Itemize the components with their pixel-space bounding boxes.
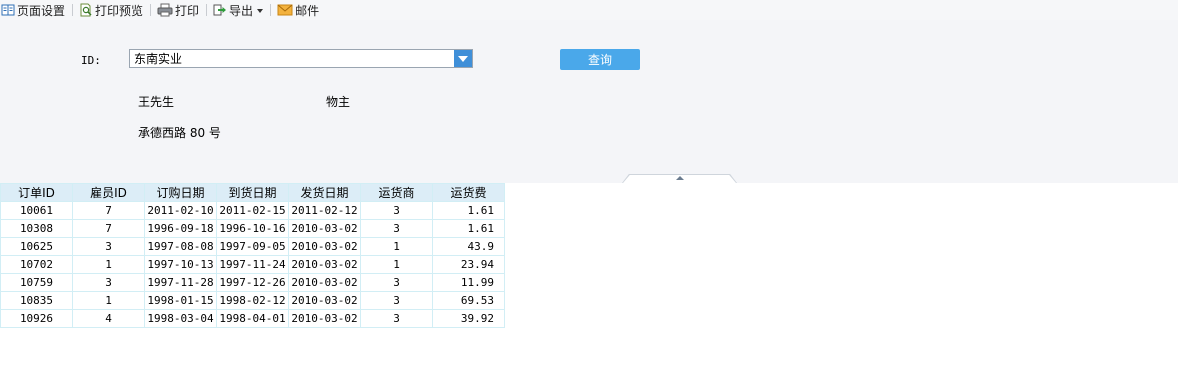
toolbar-separator — [270, 4, 272, 16]
employee-id-cell: 3 — [72, 273, 145, 292]
table-row: 10835 1 1998-01-15 1998-02-12 2010-03-02… — [0, 291, 505, 310]
shipper-cell: 3 — [360, 219, 433, 238]
order-date-cell: 1997-08-08 — [144, 237, 217, 256]
ship-date-cell: 2010-03-02 — [288, 237, 361, 256]
page-setup-icon — [1, 3, 15, 17]
page-setup-label: 页面设置 — [17, 3, 66, 18]
ship-date-cell: 2010-03-02 — [288, 309, 361, 328]
chevron-down-icon — [458, 55, 468, 62]
column-header: 订购日期 — [144, 183, 217, 202]
freight-cell: 1.61 — [432, 201, 505, 220]
ship-date-cell: 2011-02-12 — [288, 201, 361, 220]
chevron-up-icon — [676, 176, 684, 180]
shipper-cell: 3 — [360, 309, 433, 328]
column-header: 订单ID — [0, 183, 73, 202]
order-id-cell: 10625 — [0, 237, 73, 256]
ship-date-cell: 2010-03-02 — [288, 219, 361, 238]
order-id-cell: 10759 — [0, 273, 73, 292]
table-row: 10308 7 1996-09-18 1996-10-16 2010-03-02… — [0, 219, 505, 238]
arrival-date-cell: 1997-09-05 — [216, 237, 289, 256]
chevron-down-icon — [257, 8, 264, 13]
ship-date-cell: 2010-03-02 — [288, 291, 361, 310]
contact-name: 王先生 — [138, 95, 175, 109]
freight-cell: 11.99 — [432, 273, 505, 292]
shipper-cell: 3 — [360, 201, 433, 220]
id-combobox-value: 东南实业 — [134, 52, 183, 66]
arrival-date-cell: 1997-11-24 — [216, 255, 289, 274]
employee-id-cell: 7 — [72, 201, 145, 220]
table-row: 10061 7 2011-02-10 2011-02-15 2011-02-12… — [0, 201, 505, 220]
shipper-cell: 3 — [360, 273, 433, 292]
order-id-cell: 10835 — [0, 291, 73, 310]
order-date-cell: 1998-03-04 — [144, 309, 217, 328]
arrival-date-cell: 2011-02-15 — [216, 201, 289, 220]
order-id-cell: 10702 — [0, 255, 73, 274]
order-id-cell: 10926 — [0, 309, 73, 328]
freight-cell: 39.92 — [432, 309, 505, 328]
arrival-date-cell: 1996-10-16 — [216, 219, 289, 238]
mail-icon — [277, 3, 293, 17]
page-setup-button[interactable]: 页面设置 — [1, 0, 65, 20]
order-date-cell: 1997-11-28 — [144, 273, 217, 292]
shipper-cell: 1 — [360, 255, 433, 274]
arrival-date-cell: 1997-12-26 — [216, 273, 289, 292]
printer-icon — [157, 3, 173, 17]
print-label: 打印 — [175, 3, 200, 18]
mail-label: 邮件 — [295, 3, 320, 18]
id-label: ID: — [81, 54, 101, 67]
address: 承德西路 80 号 — [138, 126, 221, 140]
table-row: 10926 4 1998-03-04 1998-04-01 2010-03-02… — [0, 309, 505, 328]
employee-id-cell: 3 — [72, 237, 145, 256]
query-button[interactable]: 查询 — [560, 49, 640, 70]
ship-date-cell: 2010-03-02 — [288, 255, 361, 274]
shipper-cell: 3 — [360, 291, 433, 310]
id-combobox[interactable]: 东南实业 — [129, 49, 473, 68]
export-menu-button[interactable]: 导出 — [213, 0, 264, 20]
employee-id-cell: 1 — [72, 255, 145, 274]
order-date-cell: 1998-01-15 — [144, 291, 217, 310]
table-row: 10702 1 1997-10-13 1997-11-24 2010-03-02… — [0, 255, 505, 274]
employee-id-cell: 1 — [72, 291, 145, 310]
order-date-cell: 1996-09-18 — [144, 219, 217, 238]
freight-cell: 1.61 — [432, 219, 505, 238]
freight-cell: 69.53 — [432, 291, 505, 310]
column-header: 运货商 — [360, 183, 433, 202]
column-header: 发货日期 — [288, 183, 361, 202]
order-date-cell: 1997-10-13 — [144, 255, 217, 274]
order-date-cell: 2011-02-10 — [144, 201, 217, 220]
table-header-row: 订单ID 雇员ID 订购日期 到货日期 发货日期 运货商 运货费 — [0, 183, 505, 202]
toolbar: 页面设置 打印预览 打印 导出 邮件 — [0, 0, 1178, 20]
print-preview-button[interactable]: 打印预览 — [79, 0, 143, 20]
print-preview-label: 打印预览 — [95, 3, 144, 18]
shipper-cell: 1 — [360, 237, 433, 256]
print-button[interactable]: 打印 — [157, 0, 199, 20]
column-header: 雇员ID — [72, 183, 145, 202]
arrival-date-cell: 1998-04-01 — [216, 309, 289, 328]
parameter-pane: ID: 东南实业 查询 王先生 物主 承德西路 80 号 — [0, 20, 1178, 183]
export-label: 导出 — [229, 3, 254, 18]
order-id-cell: 10308 — [0, 219, 73, 238]
orders-table: 订单ID 雇员ID 订购日期 到货日期 发货日期 运货商 运货费 10061 7… — [0, 183, 505, 328]
mail-button[interactable]: 邮件 — [277, 0, 319, 20]
dropdown-button[interactable] — [454, 50, 472, 67]
print-preview-icon — [79, 3, 93, 17]
employee-id-cell: 4 — [72, 309, 145, 328]
ship-date-cell: 2010-03-02 — [288, 273, 361, 292]
export-icon — [213, 3, 227, 17]
column-header: 运货费 — [432, 183, 505, 202]
order-id-cell: 10061 — [0, 201, 73, 220]
column-header: 到货日期 — [216, 183, 289, 202]
table-row: 10625 3 1997-08-08 1997-09-05 2010-03-02… — [0, 237, 505, 256]
toolbar-separator — [206, 4, 208, 16]
contact-title: 物主 — [326, 95, 351, 109]
freight-cell: 43.9 — [432, 237, 505, 256]
toolbar-separator — [150, 4, 152, 16]
freight-cell: 23.94 — [432, 255, 505, 274]
employee-id-cell: 7 — [72, 219, 145, 238]
toolbar-separator — [72, 4, 74, 16]
table-row: 10759 3 1997-11-28 1997-12-26 2010-03-02… — [0, 273, 505, 292]
arrival-date-cell: 1998-02-12 — [216, 291, 289, 310]
